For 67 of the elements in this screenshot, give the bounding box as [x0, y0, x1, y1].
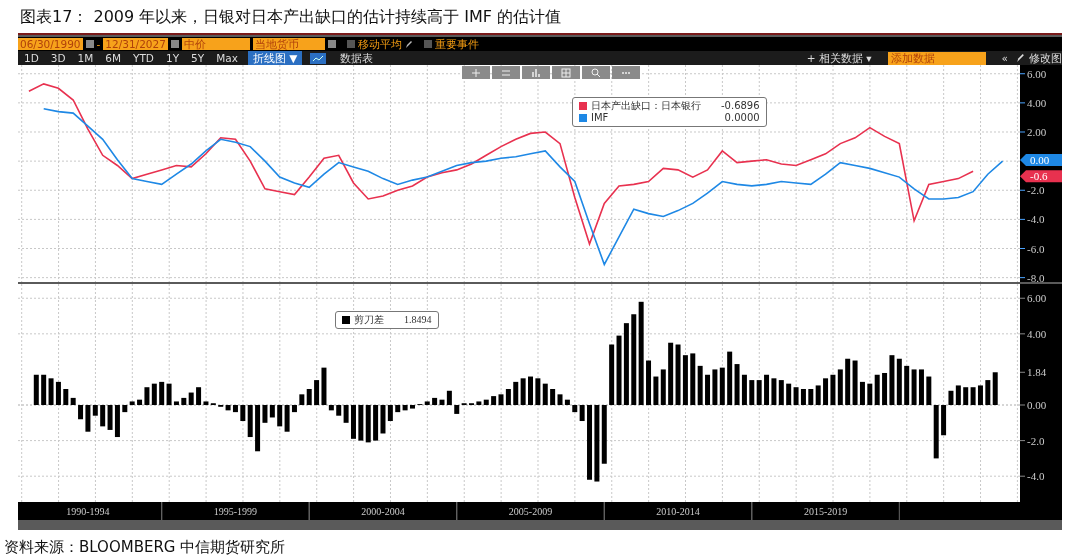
period-button[interactable]: 6M	[99, 51, 128, 65]
bars-icon	[531, 67, 541, 78]
chart-tool-button[interactable]	[522, 66, 550, 79]
y-axis-label: -6.0	[1027, 242, 1045, 255]
bar	[351, 405, 356, 439]
date-separator: -	[96, 37, 101, 51]
calendar-icon[interactable]	[170, 40, 179, 48]
legend-label: 剪刀差	[354, 314, 384, 326]
data-table-tab[interactable]: 数据表	[334, 51, 380, 65]
y-axis-label: -4.0	[1027, 213, 1045, 226]
period-button[interactable]: 5Y	[185, 51, 211, 65]
period-button[interactable]: 1Y	[159, 51, 186, 65]
bar	[33, 374, 39, 405]
checkbox-label: 重要事件	[434, 37, 479, 51]
related-data-button[interactable]: + 相关数据 ▾	[806, 51, 872, 65]
x-axis-label: 2000-2004	[361, 506, 405, 517]
crosshair-icon	[471, 67, 481, 78]
x-axis-label: 1995-1999	[213, 506, 258, 517]
x-axis-label: 2005-2009	[508, 506, 553, 517]
chart-tool-button[interactable]	[582, 66, 610, 79]
chart-style-icon[interactable]	[310, 52, 327, 64]
figure-title: 图表17： 2009 年以来，日银对日本产出缺口的估计持续高于 IMF 的估计值	[19, 6, 563, 28]
x-axis-label: 2010-2014	[656, 506, 700, 517]
period-button[interactable]: Max	[210, 51, 244, 65]
pencil-icon[interactable]	[1016, 53, 1025, 63]
legend-value: 0.0000	[723, 112, 760, 124]
y-axis-label: 6.00	[1027, 292, 1047, 305]
source-note: 资料来源：BLOOMBERG 中信期货研究所	[3, 537, 287, 558]
y-axis-label: 6.00	[1027, 67, 1047, 80]
chart-tool-button[interactable]	[462, 66, 490, 79]
x-axis-label: 2015-2019	[803, 506, 848, 517]
y-axis-label: -2.0	[1027, 434, 1045, 447]
last-value-tag: -0.6	[1020, 170, 1062, 183]
y-axis-label: 4.00	[1027, 96, 1047, 109]
chart-tool-button[interactable]	[612, 66, 640, 79]
period-button[interactable]: YTD	[127, 51, 160, 65]
y-axis-label: -2.0	[1027, 184, 1045, 197]
y-axis-label: -8.0	[1027, 271, 1045, 282]
search-icon	[591, 67, 601, 78]
y-axis-label: 4.00	[1027, 327, 1047, 340]
collapse-button[interactable]: «	[1001, 51, 1008, 65]
period-button[interactable]: 3D	[44, 51, 72, 65]
x-axis-label: 1990-1994	[66, 506, 110, 517]
legend-label: 日本产出缺口：日本银行	[591, 100, 701, 112]
bar	[410, 405, 415, 409]
checkbox[interactable]	[423, 40, 432, 48]
y-axis-label: -4.0	[1027, 470, 1045, 483]
period-button[interactable]: 1M	[71, 51, 100, 65]
y-axis-label: 0.00	[1027, 399, 1047, 411]
lines-icon	[501, 67, 511, 78]
legend-label: IMF	[591, 112, 609, 124]
last-value-label: 1.84	[1027, 366, 1047, 379]
bar	[528, 376, 533, 405]
pencil-icon[interactable]	[404, 39, 413, 49]
edit-button[interactable]: 修改图	[1029, 51, 1062, 65]
calendar-icon[interactable]	[85, 40, 94, 48]
chart-tool-button[interactable]	[492, 66, 520, 79]
period-button[interactable]: 1D	[18, 51, 45, 65]
legend-value: -0.6896	[720, 100, 760, 112]
checkbox-label: 移动平均	[357, 37, 402, 51]
grid-icon	[561, 67, 571, 78]
last-value-tag: 0.00	[1020, 154, 1062, 167]
legend-value: 1.8494	[403, 314, 432, 326]
checkbox[interactable]	[346, 40, 355, 48]
chart-type-dropdown[interactable]: 折线图 ▼	[247, 51, 303, 65]
y-axis-label: 2.00	[1027, 126, 1047, 138]
chart-tool-button[interactable]	[552, 66, 580, 79]
